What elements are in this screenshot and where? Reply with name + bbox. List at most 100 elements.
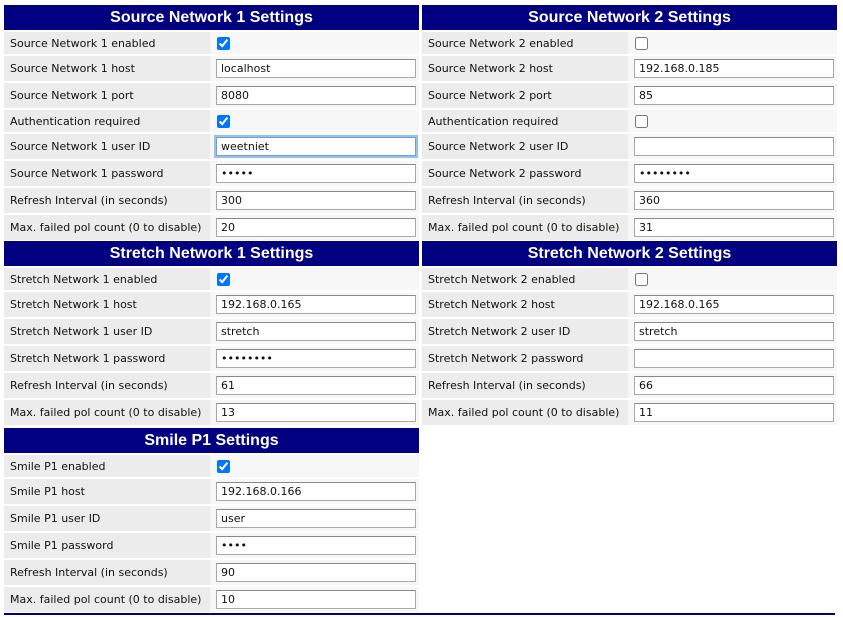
setting-label: Smile P1 host	[4, 479, 210, 504]
setting-label: Max. failed pol count (0 to disable)	[422, 215, 628, 240]
bottom-divider	[4, 613, 835, 615]
setting-row: Max. failed pol count (0 to disable)	[422, 215, 837, 240]
source-network-2-max-failed-input[interactable]	[634, 218, 834, 237]
setting-label: Source Network 1 password	[4, 161, 210, 186]
setting-label: Stretch Network 2 password	[422, 346, 628, 371]
setting-label: Refresh Interval (in seconds)	[4, 188, 210, 213]
setting-label: Source Network 2 password	[422, 161, 628, 186]
setting-row: Source Network 2 user ID	[422, 134, 837, 159]
source-network-1-refresh-interval-input[interactable]	[216, 191, 416, 210]
source-network-2-host-input[interactable]	[634, 59, 834, 78]
setting-row: Stretch Network 1 password	[4, 346, 419, 371]
setting-label: Max. failed pol count (0 to disable)	[4, 400, 210, 425]
source-network-2-password-input[interactable]	[634, 164, 834, 183]
setting-row: Source Network 2 password	[422, 161, 837, 186]
stretch-network-1-enabled-checkbox[interactable]	[217, 272, 230, 286]
setting-label: Source Network 2 port	[422, 83, 628, 108]
setting-row: Stretch Network 1 user ID	[4, 319, 419, 344]
setting-row: Refresh Interval (in seconds)	[422, 373, 837, 398]
setting-label: Refresh Interval (in seconds)	[422, 188, 628, 213]
panel-title: Smile P1 Settings	[4, 428, 419, 453]
setting-label: Stretch Network 2 host	[422, 292, 628, 317]
source-network-2-user-id-input[interactable]	[634, 137, 834, 156]
setting-label: Stretch Network 1 enabled	[4, 268, 210, 290]
setting-row: Refresh Interval (in seconds)	[4, 188, 419, 213]
stretch-network-1-user-id-input[interactable]	[216, 322, 416, 341]
setting-row: Refresh Interval (in seconds)	[4, 373, 419, 398]
setting-label: Max. failed pol count (0 to disable)	[4, 587, 210, 612]
panel-title: Stretch Network 2 Settings	[422, 241, 837, 266]
panel-title: Stretch Network 1 Settings	[4, 241, 419, 266]
stretch-network-1-refresh-interval-input[interactable]	[216, 376, 416, 395]
setting-label: Stretch Network 1 host	[4, 292, 210, 317]
setting-row: Smile P1 password	[4, 533, 419, 558]
setting-label: Source Network 1 user ID	[4, 134, 210, 159]
setting-row: Stretch Network 2 password	[422, 346, 837, 371]
setting-row: Smile P1 user ID	[4, 506, 419, 531]
panel-smile-p1: Smile P1 Settings Smile P1 enabled Smile…	[4, 428, 419, 612]
smile-p1-refresh-interval-input[interactable]	[216, 563, 416, 582]
setting-label: Smile P1 enabled	[4, 455, 210, 477]
smile-p1-password-input[interactable]	[216, 536, 416, 555]
stretch-network-2-enabled-checkbox[interactable]	[635, 272, 648, 286]
setting-label: Smile P1 user ID	[4, 506, 210, 531]
source-network-2-auth-required-checkbox[interactable]	[635, 114, 648, 128]
source-network-1-password-input[interactable]	[216, 164, 416, 183]
setting-row: Refresh Interval (in seconds)	[422, 188, 837, 213]
source-network-1-enabled-checkbox[interactable]	[217, 36, 230, 50]
setting-row: Stretch Network 2 enabled	[422, 268, 837, 290]
stretch-network-1-max-failed-input[interactable]	[216, 403, 416, 422]
panel-title: Source Network 1 Settings	[4, 5, 419, 30]
setting-row: Max. failed pol count (0 to disable)	[4, 215, 419, 240]
setting-row: Stretch Network 2 user ID	[422, 319, 837, 344]
stretch-network-1-host-input[interactable]	[216, 295, 416, 314]
setting-row: Authentication required	[422, 110, 837, 132]
stretch-network-2-password-input[interactable]	[634, 349, 834, 368]
stretch-network-2-refresh-interval-input[interactable]	[634, 376, 834, 395]
setting-label: Refresh Interval (in seconds)	[4, 373, 210, 398]
setting-row: Stretch Network 1 host	[4, 292, 419, 317]
smile-p1-user-id-input[interactable]	[216, 509, 416, 528]
source-network-1-max-failed-input[interactable]	[216, 218, 416, 237]
stretch-network-2-max-failed-input[interactable]	[634, 403, 834, 422]
source-network-1-port-input[interactable]	[216, 86, 416, 105]
smile-p1-host-input[interactable]	[216, 482, 416, 501]
setting-label: Max. failed pol count (0 to disable)	[422, 400, 628, 425]
setting-label: Source Network 2 host	[422, 56, 628, 81]
setting-row: Source Network 2 host	[422, 56, 837, 81]
source-network-1-user-id-input[interactable]	[216, 137, 416, 156]
setting-row: Smile P1 host	[4, 479, 419, 504]
source-network-2-refresh-interval-input[interactable]	[634, 191, 834, 210]
smile-p1-max-failed-input[interactable]	[216, 590, 416, 609]
setting-row: Authentication required	[4, 110, 419, 132]
setting-label: Stretch Network 1 user ID	[4, 319, 210, 344]
setting-row: Source Network 1 port	[4, 83, 419, 108]
source-network-1-auth-required-checkbox[interactable]	[217, 114, 230, 128]
smile-p1-enabled-checkbox[interactable]	[217, 459, 230, 473]
setting-label: Refresh Interval (in seconds)	[4, 560, 210, 585]
setting-label: Authentication required	[422, 110, 628, 132]
setting-label: Source Network 1 enabled	[4, 32, 210, 54]
setting-row: Stretch Network 1 enabled	[4, 268, 419, 290]
setting-row: Stretch Network 2 host	[422, 292, 837, 317]
panel-stretch-network-2: Stretch Network 2 Settings Stretch Netwo…	[422, 241, 837, 425]
source-network-1-host-input[interactable]	[216, 59, 416, 78]
setting-row: Smile P1 enabled	[4, 455, 419, 477]
setting-row: Source Network 1 enabled	[4, 32, 419, 54]
setting-row: Max. failed pol count (0 to disable)	[4, 400, 419, 425]
setting-label: Max. failed pol count (0 to disable)	[4, 215, 210, 240]
setting-row: Source Network 2 enabled	[422, 32, 837, 54]
setting-label: Source Network 2 user ID	[422, 134, 628, 159]
stretch-network-2-host-input[interactable]	[634, 295, 834, 314]
panel-title: Source Network 2 Settings	[422, 5, 837, 30]
stretch-network-2-user-id-input[interactable]	[634, 322, 834, 341]
setting-label: Source Network 1 port	[4, 83, 210, 108]
setting-label: Authentication required	[4, 110, 210, 132]
stretch-network-1-password-input[interactable]	[216, 349, 416, 368]
source-network-2-port-input[interactable]	[634, 86, 834, 105]
source-network-2-enabled-checkbox[interactable]	[635, 36, 648, 50]
setting-label: Source Network 2 enabled	[422, 32, 628, 54]
panel-source-network-2: Source Network 2 Settings Source Network…	[422, 5, 837, 240]
setting-label: Stretch Network 1 password	[4, 346, 210, 371]
setting-label: Smile P1 password	[4, 533, 210, 558]
